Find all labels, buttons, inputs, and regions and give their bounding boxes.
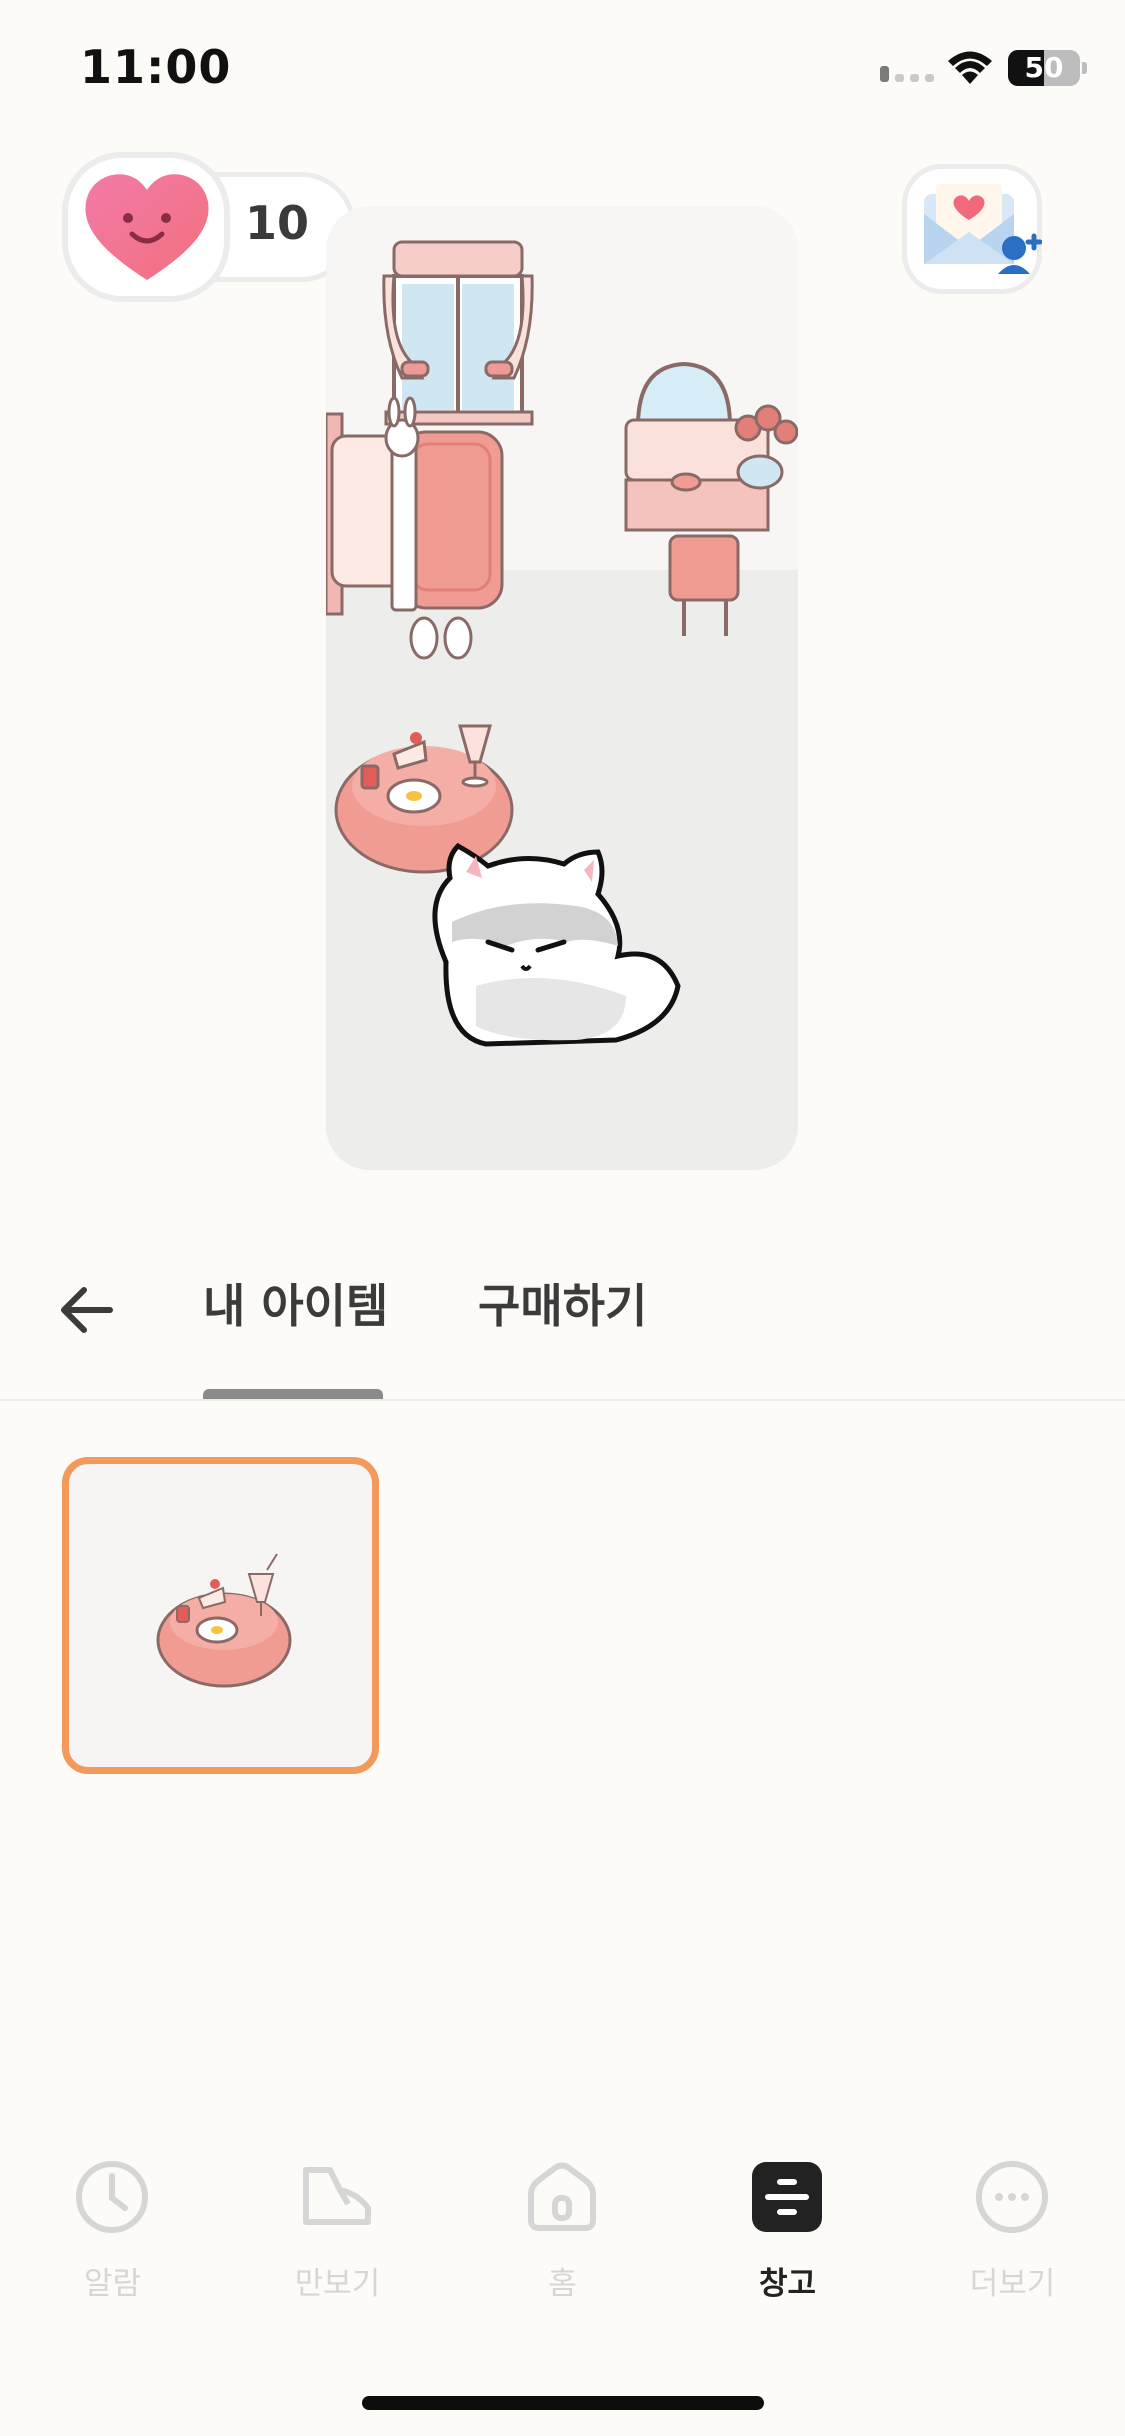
- shoe-icon: [303, 2167, 371, 2225]
- nav-more[interactable]: 더보기: [900, 2160, 1125, 2340]
- nav-alarm[interactable]: 알람: [0, 2160, 225, 2340]
- nav-home[interactable]: 홈: [450, 2160, 675, 2340]
- status-bar: 11:00 50: [0, 0, 1125, 140]
- arrow-left-icon[interactable]: [56, 1280, 116, 1340]
- room-preview: [326, 206, 798, 1170]
- divider: [0, 1399, 1125, 1401]
- cat-room-illustration: [326, 206, 798, 1170]
- wifi-icon: [948, 51, 992, 84]
- tab-purchase[interactable]: 구매하기: [478, 1270, 647, 1336]
- clock-icon: [76, 2161, 148, 2233]
- storage-icon: [752, 2162, 822, 2232]
- house-icon: [528, 2162, 596, 2231]
- home-indicator: [362, 2396, 764, 2410]
- nav-label: 알람: [83, 2266, 142, 2302]
- smiling-heart-icon: [85, 174, 209, 280]
- nav-storage[interactable]: 창고: [675, 2160, 900, 2340]
- nav-label: 홈: [548, 2266, 577, 2302]
- signal-icon: [880, 66, 936, 82]
- nav-label: 만보기: [294, 2266, 381, 2302]
- item-cell-selected[interactable]: [62, 1457, 379, 1774]
- battery-level: 50: [1024, 51, 1064, 84]
- nav-pedometer[interactable]: 만보기: [225, 2160, 450, 2340]
- more-icon: [976, 2161, 1048, 2233]
- status-time: 11:00: [80, 40, 232, 94]
- nav-label: 더보기: [969, 2266, 1056, 2302]
- mail-add-friend-icon: [924, 184, 1042, 274]
- tab-my-items[interactable]: 내 아이템: [203, 1270, 388, 1336]
- battery-icon: 50: [1008, 50, 1080, 86]
- dining-table-item-icon: [156, 1553, 292, 1688]
- nav-label: 창고: [758, 2266, 817, 2302]
- heart-count: 10: [245, 196, 310, 250]
